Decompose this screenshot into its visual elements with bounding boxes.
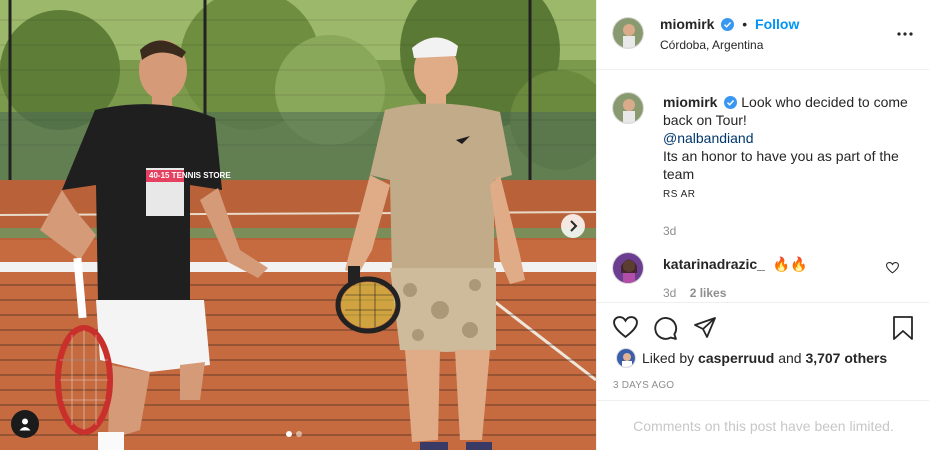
comment-like-button[interactable] <box>885 261 900 277</box>
carousel-indicator <box>286 431 302 437</box>
caption-mention[interactable]: @nalbandiand <box>663 129 913 147</box>
avatar-image <box>617 349 635 367</box>
comment-timestamp[interactable]: 3d <box>663 286 676 300</box>
caption-author[interactable]: miomirk <box>663 94 717 110</box>
header-title-line: miomirk • Follow <box>660 16 799 32</box>
likes-summary: Liked by casperruud and 3,707 others <box>616 348 887 368</box>
post-date[interactable]: 3 DAYS AGO <box>613 380 674 391</box>
caption-timestamp[interactable]: 3d <box>663 222 913 240</box>
avatar-image <box>613 253 643 283</box>
comment-bubble-icon <box>654 317 678 340</box>
share-button[interactable] <box>693 316 717 343</box>
commenter-username[interactable]: katarinadrazic_ <box>663 256 765 272</box>
avatar-image <box>613 93 643 123</box>
tagged-users-button[interactable] <box>11 410 39 438</box>
liked-by-user[interactable]: casperruud <box>698 350 774 366</box>
more-options-button[interactable] <box>895 26 915 45</box>
liked-by-and: and <box>778 350 802 366</box>
liked-by-others[interactable]: 3,707 others <box>805 350 887 366</box>
comment-meta: 3d 2 likes <box>663 286 726 300</box>
heart-icon <box>885 262 900 274</box>
instagram-post-modal: 40-15 TENNIS STORE miomirk • Follow Córd… <box>0 0 929 450</box>
carousel-dot-active <box>286 431 292 437</box>
post-caption: miomirk Look who decided to come back on… <box>663 93 913 240</box>
svg-text:40-15 TENNIS STORE: 40-15 TENNIS STORE <box>149 171 231 180</box>
verified-badge-icon <box>724 96 738 109</box>
post-location[interactable]: Córdoba, Argentina <box>660 38 763 52</box>
avatar-image <box>613 18 643 48</box>
comment-text: 🔥🔥 <box>772 256 808 272</box>
tennis-court-photo: 40-15 TENNIS STORE <box>0 0 596 450</box>
liked-by-prefix: Liked by <box>642 350 695 366</box>
post-header: miomirk • Follow Córdoba, Argentina <box>597 0 929 70</box>
heart-icon <box>613 316 638 339</box>
comments-limited-notice: Comments on this post have been limited. <box>597 400 929 450</box>
paper-plane-icon <box>694 317 716 338</box>
verified-badge-icon <box>721 18 735 31</box>
header-separator: • <box>742 16 748 32</box>
author-avatar[interactable] <box>612 17 644 49</box>
like-button[interactable] <box>613 316 638 342</box>
comment-likes[interactable]: 2 likes <box>690 286 727 300</box>
author-username[interactable]: miomirk <box>660 16 714 32</box>
comment-button[interactable] <box>653 316 678 344</box>
comment-item: katarinadrazic_ 🔥🔥 <box>663 256 808 273</box>
save-button[interactable] <box>892 316 914 344</box>
caption-author-avatar[interactable] <box>612 92 644 124</box>
user-tag-icon <box>19 418 31 431</box>
carousel-next-button[interactable] <box>561 214 585 238</box>
carousel-dot <box>296 431 302 437</box>
caption-text-2: Its an honor to have you as part of the … <box>663 148 899 182</box>
more-options-icon <box>897 32 913 36</box>
bookmark-icon <box>893 316 913 340</box>
commenter-avatar[interactable] <box>612 252 644 284</box>
follow-button[interactable]: Follow <box>755 16 799 32</box>
caption-flags: RS AR <box>663 189 696 200</box>
chevron-right-icon <box>570 220 578 232</box>
post-side-panel: miomirk • Follow Córdoba, Argentina miom… <box>596 0 929 450</box>
liker-avatar[interactable] <box>616 348 636 368</box>
post-photo[interactable]: 40-15 TENNIS STORE <box>0 0 596 450</box>
